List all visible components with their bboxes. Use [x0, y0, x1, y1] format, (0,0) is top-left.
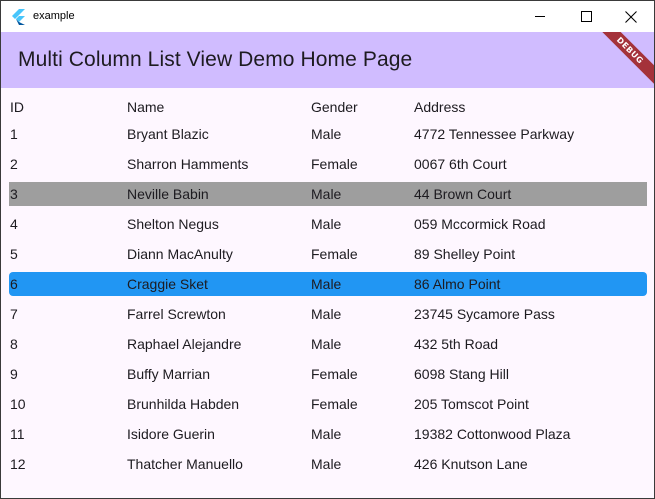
- cell-id: 7: [10, 306, 18, 322]
- table-row[interactable]: 5 Diann MacAnulty Female 89 Shelley Poin…: [9, 242, 647, 266]
- app-window: example Multi Column List View Demo Home…: [0, 0, 655, 499]
- cell-name: Sharron Hamments: [127, 156, 249, 172]
- maximize-button[interactable]: [563, 1, 609, 32]
- close-button[interactable]: [608, 1, 654, 32]
- table-row[interactable]: 1 Bryant Blazic Male 4772 Tennessee Park…: [9, 122, 647, 146]
- cell-gender: Female: [311, 246, 358, 262]
- minimize-icon: [534, 11, 546, 22]
- cell-name: Isidore Guerin: [127, 426, 215, 442]
- cell-id: 6: [10, 276, 18, 292]
- cell-id: 4: [10, 216, 18, 232]
- cell-gender: Male: [311, 126, 342, 142]
- cell-address: 426 Knutson Lane: [414, 456, 528, 472]
- cell-address: 059 Mccormick Road: [414, 216, 546, 232]
- cell-id: 1: [10, 126, 18, 142]
- cell-gender: Male: [311, 426, 342, 442]
- cell-id: 8: [10, 336, 18, 352]
- debug-banner: DEBUG: [592, 32, 654, 88]
- table-header-row: ID Name Gender Address: [9, 95, 647, 119]
- cell-address: 89 Shelley Point: [414, 246, 516, 262]
- table-row[interactable]: 11 Isidore Guerin Male 19382 Cottonwood …: [9, 422, 647, 446]
- cell-name: Farrel Screwton: [127, 306, 226, 322]
- table-row[interactable]: 7 Farrel Screwton Male 23745 Sycamore Pa…: [9, 302, 647, 326]
- cell-gender: Male: [311, 336, 342, 352]
- cell-gender: Male: [311, 216, 342, 232]
- cell-id: 10: [10, 396, 26, 412]
- cell-name: Thatcher Manuello: [127, 456, 243, 472]
- cell-gender: Male: [311, 456, 342, 472]
- flutter-logo-icon: [11, 9, 25, 25]
- column-header-gender: Gender: [311, 99, 358, 115]
- cell-id: 2: [10, 156, 18, 172]
- cell-id: 12: [10, 456, 26, 472]
- cell-address: 432 5th Road: [414, 336, 499, 352]
- cell-address: 6098 Stang Hill: [414, 366, 509, 382]
- window-title: example: [33, 10, 75, 22]
- title-bar[interactable]: example: [1, 1, 654, 32]
- table-row[interactable]: 8 Raphael Alejandre Male 432 5th Road: [9, 332, 647, 356]
- cell-address: 44 Brown Court: [414, 186, 512, 202]
- app-bar: Multi Column List View Demo Home Page DE…: [1, 32, 654, 88]
- cell-name: Buffy Marrian: [127, 366, 210, 382]
- column-header-name: Name: [127, 99, 165, 115]
- cell-address: 19382 Cottonwood Plaza: [414, 426, 571, 442]
- close-icon: [625, 10, 637, 23]
- cell-address: 23745 Sycamore Pass: [414, 306, 555, 322]
- cell-name: Diann MacAnulty: [127, 246, 233, 262]
- maximize-icon: [580, 11, 592, 22]
- table-row[interactable]: 2 Sharron Hamments Female 0067 6th Court: [9, 152, 647, 176]
- table-row[interactable]: 12 Thatcher Manuello Male 426 Knutson La…: [9, 452, 647, 476]
- cell-id: 11: [10, 426, 25, 442]
- cell-address: 205 Tomscot Point: [414, 396, 529, 412]
- column-header-address: Address: [414, 99, 466, 115]
- cell-name: Shelton Negus: [127, 216, 219, 232]
- cell-name: Raphael Alejandre: [127, 336, 242, 352]
- cell-gender: Female: [311, 396, 358, 412]
- cell-gender: Male: [311, 186, 342, 202]
- cell-name: Brunhilda Habden: [127, 396, 240, 412]
- table-row[interactable]: 4 Shelton Negus Male 059 Mccormick Road: [9, 212, 647, 236]
- cell-address: 0067 6th Court: [414, 156, 507, 172]
- cell-name: Bryant Blazic: [127, 126, 209, 142]
- cell-address: 4772 Tennessee Parkway: [414, 126, 575, 142]
- cell-id: 9: [10, 366, 18, 382]
- table-row[interactable]: 10 Brunhilda Habden Female 205 Tomscot P…: [9, 392, 647, 416]
- table-row-selected[interactable]: 6 Craggie Sket Male 86 Almo Point: [9, 272, 647, 296]
- column-header-id: ID: [10, 99, 24, 115]
- cell-id: 3: [10, 186, 18, 202]
- cell-gender: Male: [311, 276, 342, 292]
- page-title: Multi Column List View Demo Home Page: [18, 48, 413, 71]
- cell-gender: Female: [311, 366, 358, 382]
- table-row-highlighted[interactable]: 3 Neville Babin Male 44 Brown Court: [9, 182, 647, 206]
- minimize-button[interactable]: [517, 1, 563, 32]
- cell-address: 86 Almo Point: [414, 276, 501, 292]
- cell-gender: Female: [311, 156, 358, 172]
- cell-name: Neville Babin: [127, 186, 209, 202]
- multi-column-list: ID Name Gender Address 1 Bryant Blazic M…: [9, 95, 647, 482]
- cell-gender: Male: [311, 306, 342, 322]
- cell-id: 5: [10, 246, 18, 262]
- cell-name: Craggie Sket: [127, 276, 208, 292]
- table-row[interactable]: 9 Buffy Marrian Female 6098 Stang Hill: [9, 362, 647, 386]
